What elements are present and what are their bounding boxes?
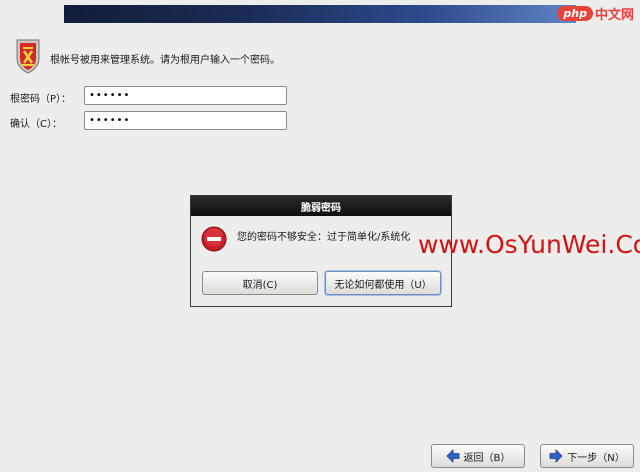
header-banner — [64, 5, 576, 23]
back-button-label: 返回（B） — [463, 452, 511, 464]
root-password-label: 根密码（P）： — [10, 94, 72, 105]
site-watermark: www.OsYunWei.Com — [418, 230, 640, 259]
back-button[interactable]: 返回（B） — [431, 444, 525, 468]
php-logo-text: php — [557, 5, 593, 21]
right-arrow-icon — [549, 449, 563, 463]
use-anyway-button[interactable]: 无论如何都使用（U） — [325, 271, 441, 295]
stop-warning-icon — [201, 226, 227, 252]
dialog-title: 脆弱密码 — [191, 196, 451, 216]
confirm-password-field[interactable] — [84, 111, 287, 130]
root-shield-icon — [16, 39, 40, 74]
dialog-message: 您的密码不够安全：过于简单化/系统化 — [237, 232, 411, 243]
next-button[interactable]: 下一步（N） — [540, 444, 634, 468]
next-button-label: 下一步（N） — [567, 452, 625, 464]
weak-password-dialog: 脆弱密码 您的密码不够安全：过于简单化/系统化 取消(C) 无论如何都使用（U） — [190, 195, 452, 307]
confirm-password-label: 确认（C）： — [10, 119, 62, 130]
php-cn-text: 中文网 — [594, 7, 634, 23]
cancel-button[interactable]: 取消(C) — [202, 271, 318, 295]
root-password-field[interactable] — [84, 86, 287, 105]
cancel-button-label: 取消(C) — [242, 279, 278, 291]
use-anyway-button-label: 无论如何都使用（U） — [334, 279, 432, 291]
left-arrow-icon — [445, 449, 459, 463]
php-watermark: php 中文网 — [557, 2, 634, 24]
intro-text: 根帐号被用来管理系统。请为根用户输入一个密码。 — [50, 55, 280, 66]
